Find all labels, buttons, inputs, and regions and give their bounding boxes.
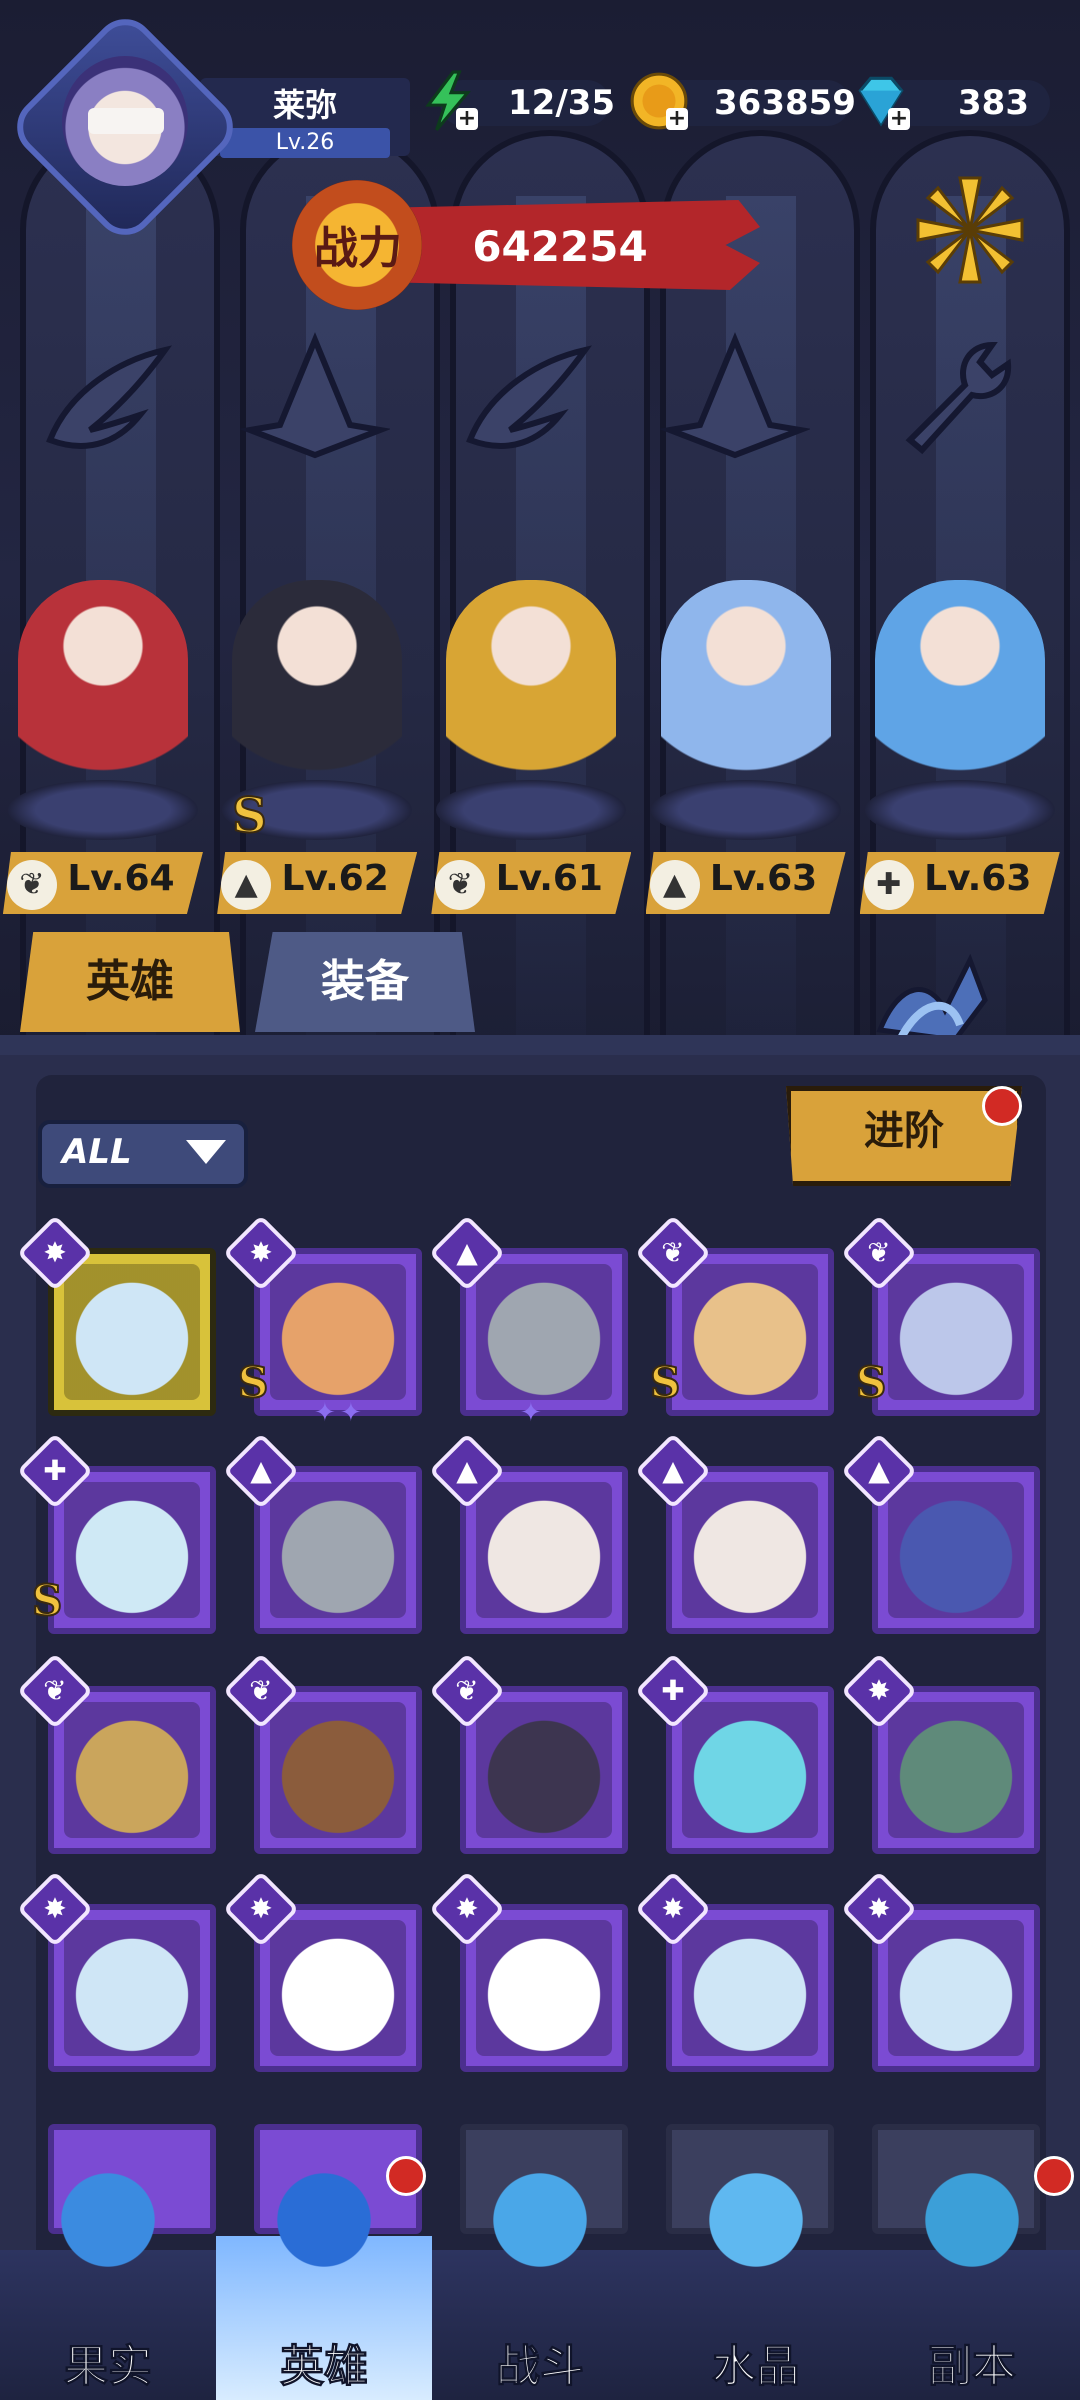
hero-figure[interactable] xyxy=(232,580,403,800)
claw-icon: ✸ xyxy=(43,1892,67,1925)
hero-figure[interactable] xyxy=(660,580,831,800)
crystal-icon xyxy=(681,2150,831,2290)
hero-figure[interactable] xyxy=(17,580,188,800)
hero-portrait xyxy=(476,1920,612,2056)
notification-dot xyxy=(982,1086,1022,1126)
star-icon: ✦ xyxy=(520,1398,542,1428)
hat-icon: ▲ xyxy=(456,1454,478,1487)
wing-icon: ❦ xyxy=(249,1674,273,1707)
add-energy-button[interactable]: + xyxy=(456,108,478,130)
hero-portrait xyxy=(270,1264,406,1400)
wing-icon[interactable] xyxy=(30,330,180,470)
hero-level: Lv.61 xyxy=(495,858,603,899)
wing-icon[interactable] xyxy=(450,330,600,470)
claw-icon: ✸ xyxy=(867,1674,891,1707)
claw-icon: ✸ xyxy=(661,1892,685,1925)
hero-portrait xyxy=(682,1264,818,1400)
claw-icon: ✸ xyxy=(249,1236,273,1269)
claw-icon: ✸ xyxy=(43,1236,67,1269)
hero-portrait xyxy=(682,1702,818,1838)
notification-dot xyxy=(1034,2156,1074,2196)
wrench-icon[interactable] xyxy=(880,330,1030,470)
power-value: 642254 xyxy=(472,222,648,271)
hero-level: Lv.64 xyxy=(67,858,175,899)
hero-level: Lv.62 xyxy=(281,858,389,899)
wing-icon: ❦ xyxy=(867,1236,891,1269)
wing-icon: ❦ xyxy=(661,1236,685,1269)
wing-icon: ❦ xyxy=(455,1674,479,1707)
hero-level: Lv.63 xyxy=(924,858,1032,899)
add-gold-button[interactable]: + xyxy=(666,108,688,130)
nav-label: 水晶 xyxy=(712,2341,801,2393)
avatar-blindfold xyxy=(88,108,164,134)
rank-badge: S xyxy=(649,1357,681,1408)
hero-portrait xyxy=(270,1702,406,1838)
nav-label: 英雄 xyxy=(280,2341,369,2393)
player-level: Lv.26 xyxy=(275,130,335,155)
rank-badge: S xyxy=(855,1357,887,1408)
hero-hat-icon xyxy=(249,2150,399,2290)
hat-icon: ▲ xyxy=(868,1454,890,1487)
hat-icon: ▲ xyxy=(662,1454,684,1487)
diamond-value: 383 xyxy=(958,83,1029,123)
star-icon: ✦ xyxy=(340,1398,362,1428)
hat-icon: ▲ xyxy=(250,1454,272,1487)
hero-portrait xyxy=(476,1264,612,1400)
rank-badge: S xyxy=(237,1357,269,1408)
hero-portrait xyxy=(888,1482,1024,1618)
hero-portrait xyxy=(270,1920,406,2056)
nav-label: 战斗 xyxy=(496,2341,585,2393)
hat-icon[interactable] xyxy=(240,330,390,470)
hero-portrait xyxy=(270,1482,406,1618)
hero-portrait xyxy=(64,1482,200,1618)
power-label: 战力 xyxy=(314,223,402,274)
nav-label: 果实 xyxy=(64,2341,153,2393)
hero-level: Lv.63 xyxy=(709,858,818,899)
hat-icon: ▲ xyxy=(456,1236,478,1269)
hat-icon[interactable] xyxy=(660,330,810,470)
battle-icon xyxy=(465,2150,615,2290)
fruit-icon xyxy=(33,2150,183,2290)
dungeon-icon xyxy=(897,2150,1047,2290)
rank-badge: S xyxy=(31,1575,63,1626)
hero-portrait xyxy=(682,1920,818,2056)
chevron-down-icon xyxy=(186,1140,226,1164)
hero-portrait xyxy=(888,1264,1024,1400)
star-icon: ✦ xyxy=(314,1398,336,1428)
pinwheel-icon[interactable] xyxy=(910,170,1030,290)
hero-figure[interactable] xyxy=(874,580,1045,800)
claw-icon: ✸ xyxy=(455,1892,479,1925)
energy-value: 12/35 xyxy=(508,83,616,123)
claw-icon: ✸ xyxy=(249,1892,273,1925)
tab-heroes[interactable]: 英雄 xyxy=(20,932,240,1032)
tab-equipment[interactable]: 装备 xyxy=(255,932,475,1032)
wrench-icon: ✚ xyxy=(661,1674,685,1707)
gold-value: 363859 xyxy=(714,83,856,123)
hero-portrait xyxy=(888,1920,1024,2056)
wing-icon: ❦ xyxy=(43,1674,67,1707)
hero-portrait xyxy=(64,1920,200,2056)
hero-portrait xyxy=(682,1482,818,1618)
nav-label: 副本 xyxy=(928,2341,1017,2393)
notification-dot xyxy=(386,2156,426,2196)
rank-badge: S xyxy=(231,787,268,845)
hero-portrait xyxy=(888,1702,1024,1838)
hero-portrait xyxy=(64,1264,200,1400)
wrench-icon: ✚ xyxy=(43,1454,67,1487)
hero-figure[interactable] xyxy=(446,580,617,800)
hero-portrait xyxy=(476,1702,612,1838)
filter-label: ALL xyxy=(62,1132,132,1172)
hero-portrait xyxy=(476,1482,612,1618)
hero-portrait xyxy=(64,1702,200,1838)
add-diamond-button[interactable]: + xyxy=(888,108,910,130)
claw-icon: ✸ xyxy=(867,1892,891,1925)
